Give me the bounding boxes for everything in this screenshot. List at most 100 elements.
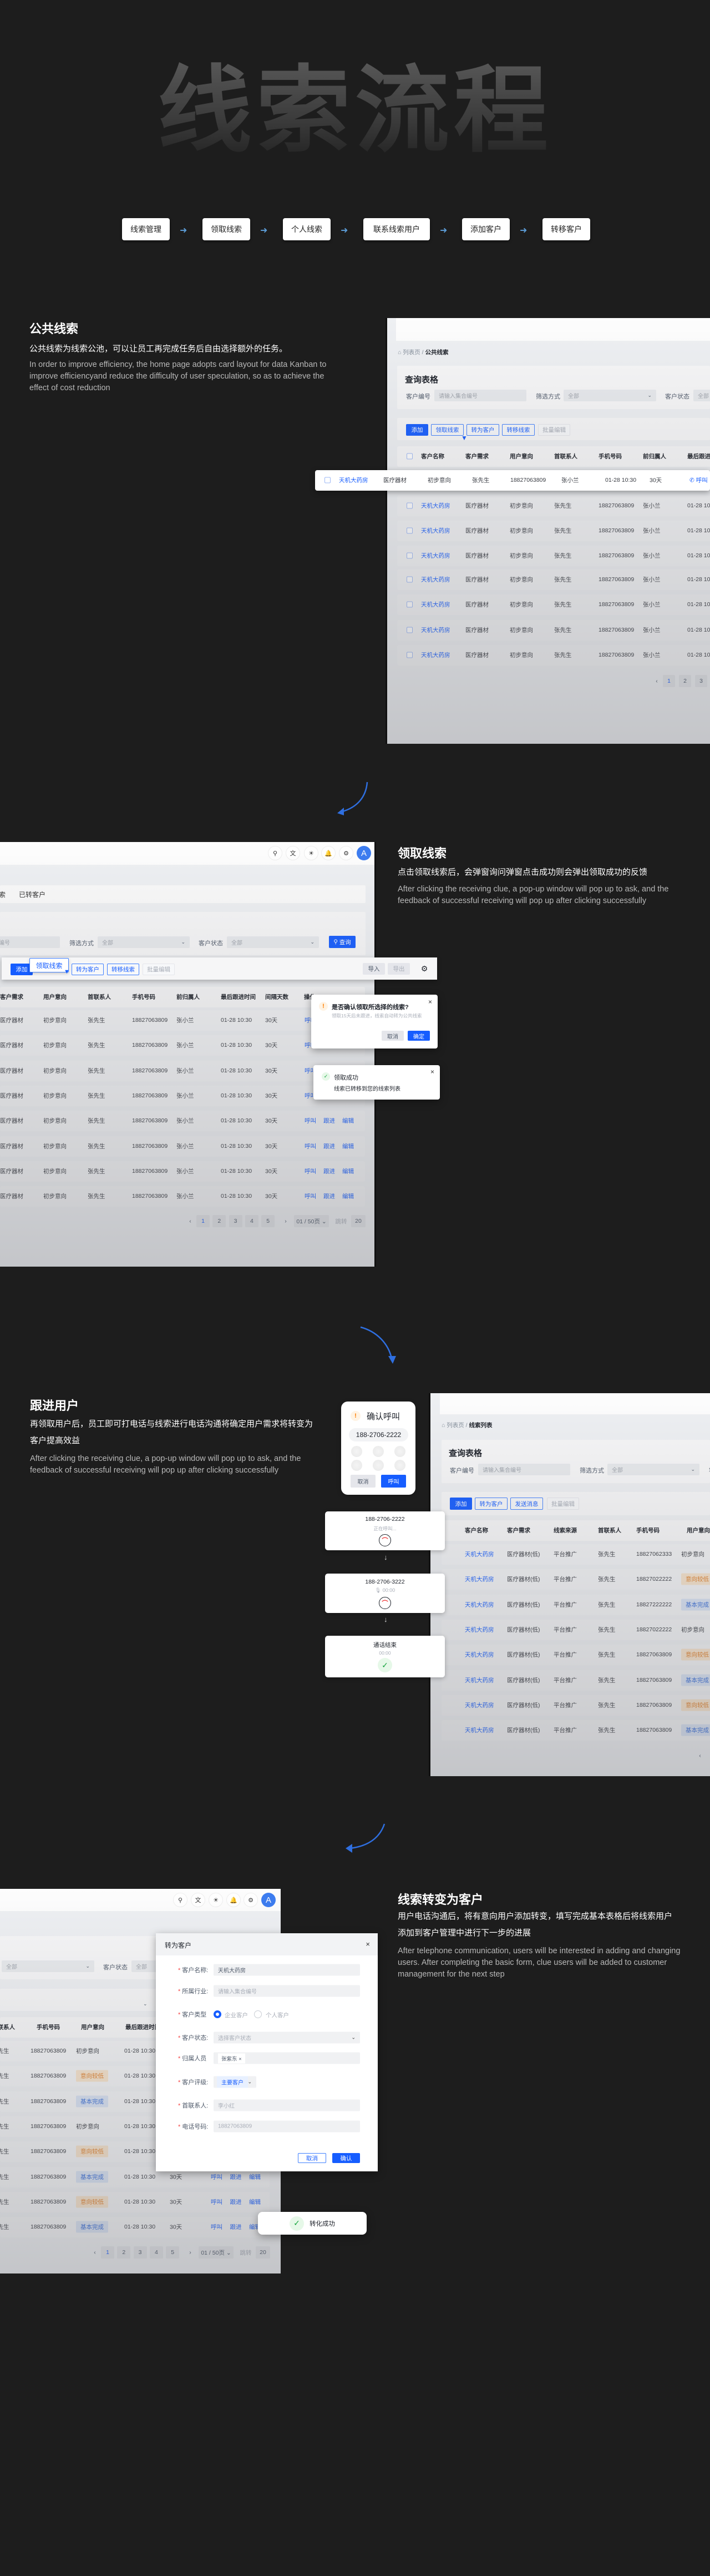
row-checkbox[interactable] [324,477,331,483]
next-page-button[interactable]: › [282,1215,289,1227]
action-call-link[interactable]: 呼叫 [305,1167,316,1175]
call-button[interactable]: 呼叫 [381,1475,406,1488]
page-button[interactable]: 5 [261,1215,275,1227]
action-edit-link[interactable]: 编辑 [342,1167,354,1175]
highlighted-row[interactable]: 天机大药房 医疗器材 初步意向 张先生 18827063809 张小兰 01-28 10:3… [315,470,710,491]
action-edit-link[interactable]: 编辑 [249,2172,261,2181]
row-checkbox[interactable] [407,627,413,633]
dialpad-key[interactable] [373,1460,384,1471]
action-follow-link[interactable]: 跟进 [323,1117,335,1125]
customer-name-link[interactable]: 天机大药房 [465,1701,494,1709]
page-size-select[interactable]: 01 / 50页 ⌄ [199,2246,234,2259]
jump-input[interactable]: 20 [256,2246,270,2259]
page-button[interactable]: 1 [663,675,675,687]
customer-status-select[interactable]: 选择客户状态 ⌄ [214,2031,360,2044]
customer-name-link[interactable]: 天机大药房 [421,576,450,584]
hang-up-button[interactable]: ⌒ [379,1534,391,1546]
action-button[interactable]: 批量编辑 [143,964,175,975]
remove-tag-icon[interactable]: × [239,2056,242,2062]
customer-name-link[interactable]: 天机大药房 [421,502,450,510]
first-contact-input[interactable]: 李小红 [214,2099,360,2111]
page-button[interactable]: 2 [212,1215,226,1227]
dialpad-key[interactable] [394,1446,405,1457]
confirm-button[interactable]: 确定 [408,1031,430,1041]
cancel-button[interactable]: 取消 [298,2153,326,2163]
radio-personal[interactable] [254,2010,262,2018]
page-button[interactable]: 3 [695,675,707,687]
action-follow-link[interactable]: 跟进 [230,2197,242,2206]
import-button[interactable]: 导入 [363,963,385,975]
customer-rating-select[interactable]: 主要客户 ⌄ [214,2076,256,2088]
customer-name-link[interactable]: 天机大药房 [465,1625,494,1634]
action-edit-link[interactable]: 编辑 [249,2197,261,2206]
customer-name-link[interactable]: 天机大药房 [421,626,450,634]
radio-enterprise[interactable] [214,2010,221,2018]
phone-input[interactable]: 18827063809 [214,2120,360,2133]
settings-icon[interactable]: ⚙ [419,963,430,975]
row-checkbox[interactable] [407,552,413,559]
owner-input[interactable]: 张紫东 × [214,2052,360,2064]
action-call-link[interactable]: 呼叫 [305,1142,316,1150]
customer-name-link[interactable]: 天机大药房 [465,1651,494,1659]
customer-name-input[interactable]: 天机大药房 [214,1964,360,1976]
cancel-button[interactable]: 取消 [351,1475,376,1488]
action-call-link[interactable]: 呼叫 [211,2223,222,2231]
page-button[interactable]: 4 [149,2246,163,2259]
customer-name-link[interactable]: 天机大药房 [421,651,450,659]
export-button[interactable]: 导出 [388,963,410,975]
prev-page-button[interactable]: ‹ [697,1750,703,1762]
prev-page-button[interactable]: ‹ [92,2246,98,2259]
prev-page-button[interactable]: ‹ [187,1215,194,1227]
action-button[interactable]: 转移线索 [107,964,139,975]
page-button[interactable]: 2 [117,2246,131,2259]
customer-name-link[interactable]: 天机大药房 [465,1676,494,1684]
close-icon[interactable]: × [428,998,432,1006]
action-call-link[interactable]: 呼叫 [211,2197,222,2206]
page-button[interactable]: 1 [101,2246,114,2259]
action-follow-link[interactable]: 跟进 [323,1142,335,1150]
page-button[interactable]: 3 [133,2246,147,2259]
page-button[interactable]: 1 [196,1215,210,1227]
customer-name-link[interactable]: 天机大药房 [339,476,368,485]
customer-name-link[interactable]: 天机大药房 [465,1726,494,1735]
page-button[interactable]: 3 [229,1215,242,1227]
action-follow-link[interactable]: 跟进 [230,2172,242,2181]
row-checkbox[interactable] [407,576,413,583]
customer-name-link[interactable]: 天机大药房 [421,527,450,535]
action-follow-link[interactable]: 跟进 [230,2223,242,2231]
industry-input[interactable]: 请输入集合编号 [214,1985,360,1997]
customer-name-link[interactable]: 天机大药房 [465,1600,494,1609]
customer-name-link[interactable]: 天机大药房 [465,1575,494,1584]
customer-name-link[interactable]: 天机大药房 [421,552,450,560]
confirm-button[interactable]: 确认 [332,2153,360,2163]
select-all-checkbox[interactable] [407,453,413,460]
action-call-link[interactable]: 呼叫 [305,1117,316,1125]
page-size-select[interactable]: 01 / 50页 ⌄ [294,1215,329,1227]
jump-input[interactable]: 20 [351,1215,366,1227]
call-link[interactable]: ✆ 呼叫 [689,476,708,485]
action-follow-link[interactable]: 跟进 [323,1167,335,1175]
action-follow-link[interactable]: 跟进 [323,1192,335,1201]
prev-page-button[interactable]: ‹ [653,675,660,687]
close-icon[interactable]: × [366,1940,370,1948]
action-edit-link[interactable]: 编辑 [342,1142,354,1150]
claim-leads-button[interactable]: 领取线索 [29,958,69,972]
close-icon[interactable]: × [430,1068,434,1076]
dialpad-key[interactable] [351,1446,362,1457]
customer-name-link[interactable]: 天机大药房 [421,601,450,609]
next-page-button[interactable]: › [187,2246,194,2259]
page-button[interactable]: 2 [679,675,691,687]
cancel-button[interactable]: 取消 [382,1031,404,1041]
row-checkbox[interactable] [407,527,413,534]
dialpad-key[interactable] [351,1460,362,1471]
action-button[interactable]: 转为客户 [72,964,104,975]
row-checkbox[interactable] [407,502,413,509]
action-edit-link[interactable]: 编辑 [342,1117,354,1125]
row-checkbox[interactable] [407,652,413,658]
page-button[interactable]: 4 [245,1215,258,1227]
page-button[interactable]: 5 [166,2246,180,2259]
dialpad-key[interactable] [394,1460,405,1471]
action-call-link[interactable]: 呼叫 [305,1192,316,1201]
action-edit-link[interactable]: 编辑 [342,1192,354,1201]
hang-up-button[interactable]: ⌒ [379,1597,391,1609]
